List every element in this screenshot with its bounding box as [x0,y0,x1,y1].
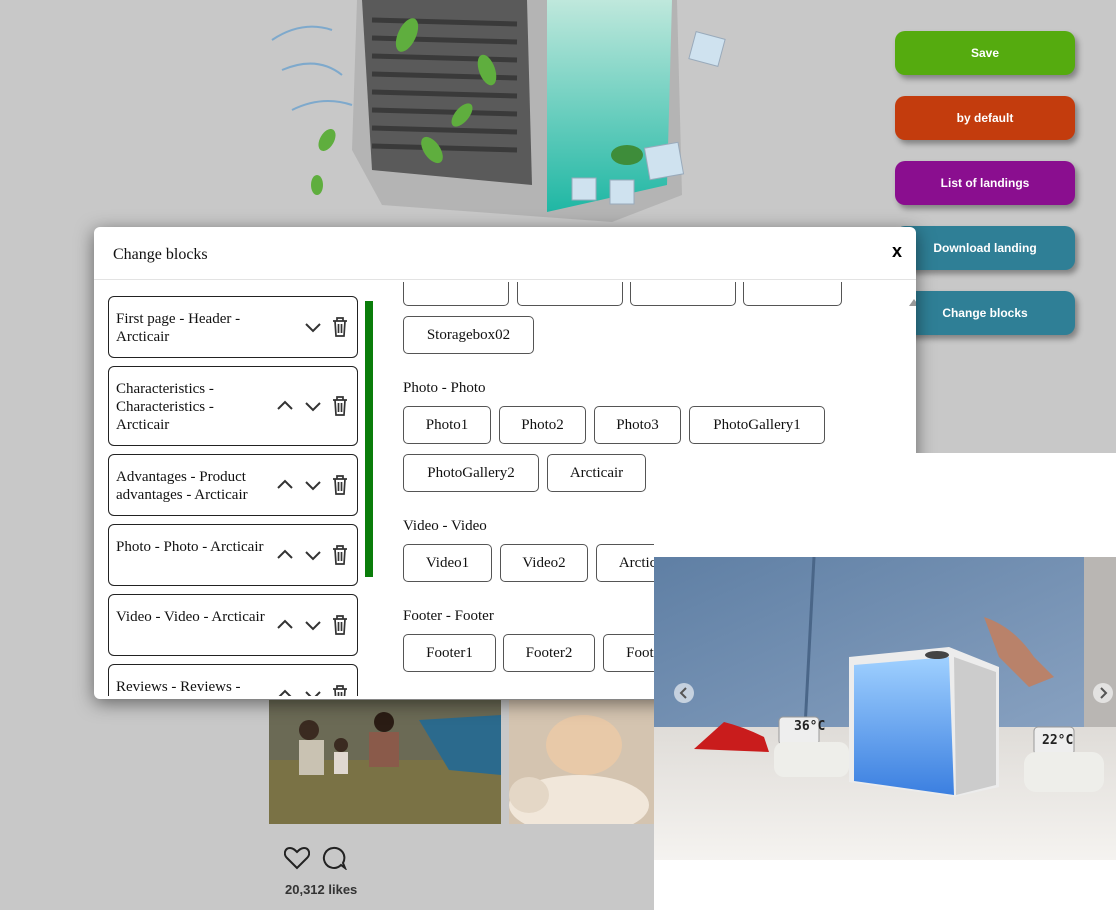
product-slider: 36°C 22°C [654,453,1116,910]
scroll-up-arrow[interactable] [909,299,916,306]
variant-chip[interactable]: PhotoGallery2 [403,454,539,492]
block-item[interactable]: First page - Header - Arcticair [108,296,358,358]
chevron-up-icon[interactable] [275,685,295,696]
section-title: Photo - Photo [403,380,486,396]
variant-chip[interactable]: Arcticair [547,454,646,492]
trash-icon[interactable] [330,544,350,565]
default-button[interactable]: by default [895,96,1075,140]
block-label: Advantages - Product advantages - Arctic… [116,469,248,503]
variant-chip[interactable]: PhotoGallery1 [689,406,825,444]
list-of-landings-button[interactable]: List of landings [895,161,1075,205]
chevron-up-icon[interactable] [275,545,295,565]
block-label: Reviews - Reviews - Arcticair [116,679,241,695]
modal-header: Change blocks x [94,227,916,280]
variant-chip[interactable]: Storagebox02 [403,316,534,354]
trash-icon[interactable] [330,316,350,337]
thermometer-left-reading: 36°C [794,719,826,734]
variant-chip[interactable]: Photo2 [499,406,586,444]
variant-chip[interactable]: Video1 [403,544,492,582]
chevron-down-icon[interactable] [303,396,323,416]
block-item[interactable]: Characteristics - Characteristics - Arct… [108,366,358,446]
variant-chip[interactable]: Photo3 [594,406,681,444]
section-title: Footer - Footer [403,608,494,624]
chevron-down-icon[interactable] [303,615,323,635]
change-blocks-button[interactable]: Change blocks [895,291,1075,335]
variant-chip[interactable] [630,282,736,306]
blocks-list[interactable]: First page - Header - Arcticair Characte… [108,296,360,696]
block-label: Characteristics - Characteristics - Arct… [116,381,214,433]
chevron-up-icon[interactable] [275,396,295,416]
variant-chip[interactable] [517,282,623,306]
variant-chip[interactable]: Footer1 [403,634,496,672]
sleeping-baby-photo [509,700,659,824]
block-item[interactable]: Video - Video - Arcticair [108,594,358,656]
chevron-down-icon[interactable] [303,317,323,337]
trash-icon[interactable] [330,684,350,696]
likes-count: 20,312 likes [285,882,358,897]
variant-chip[interactable]: Photo1 [403,406,491,444]
variant-chip[interactable] [743,282,842,306]
block-label: First page - Header - Arcticair [116,311,241,345]
close-button[interactable]: x [892,241,902,262]
variant-chip[interactable]: Video2 [500,544,588,582]
trash-icon[interactable] [330,395,350,416]
chevron-up-icon[interactable] [275,615,295,635]
chevron-down-icon[interactable] [303,475,323,495]
block-label: Photo - Photo - Arcticair [116,539,264,555]
block-item[interactable]: Reviews - Reviews - Arcticair [108,664,358,696]
chevron-down-icon[interactable] [303,545,323,565]
blocks-scrollbar[interactable] [365,301,373,577]
heart-icon[interactable] [283,846,311,870]
block-item[interactable]: Photo - Photo - Arcticair [108,524,358,586]
modal-title: Change blocks [113,246,208,263]
thermometer-right-reading: 22°C [1042,733,1074,748]
slider-image [654,557,1116,860]
variant-chip[interactable] [403,282,509,306]
save-button[interactable]: Save [895,31,1075,75]
chevron-up-icon[interactable] [275,475,295,495]
comment-icon[interactable] [321,846,348,871]
block-item[interactable]: Advantages - Product advantages - Arctic… [108,454,358,516]
product-hero-image [262,0,732,228]
chevron-down-icon[interactable] [303,685,323,696]
section-title: Video - Video [403,518,487,534]
download-landing-button[interactable]: Download landing [895,226,1075,270]
slider-next-arrow[interactable] [1093,683,1113,703]
family-camping-photo [269,700,501,824]
trash-icon[interactable] [330,474,350,495]
variant-chip[interactable]: Footer2 [503,634,595,672]
trash-icon[interactable] [330,614,350,635]
block-label: Video - Video - Arcticair [116,609,265,625]
slider-prev-arrow[interactable] [674,683,694,703]
